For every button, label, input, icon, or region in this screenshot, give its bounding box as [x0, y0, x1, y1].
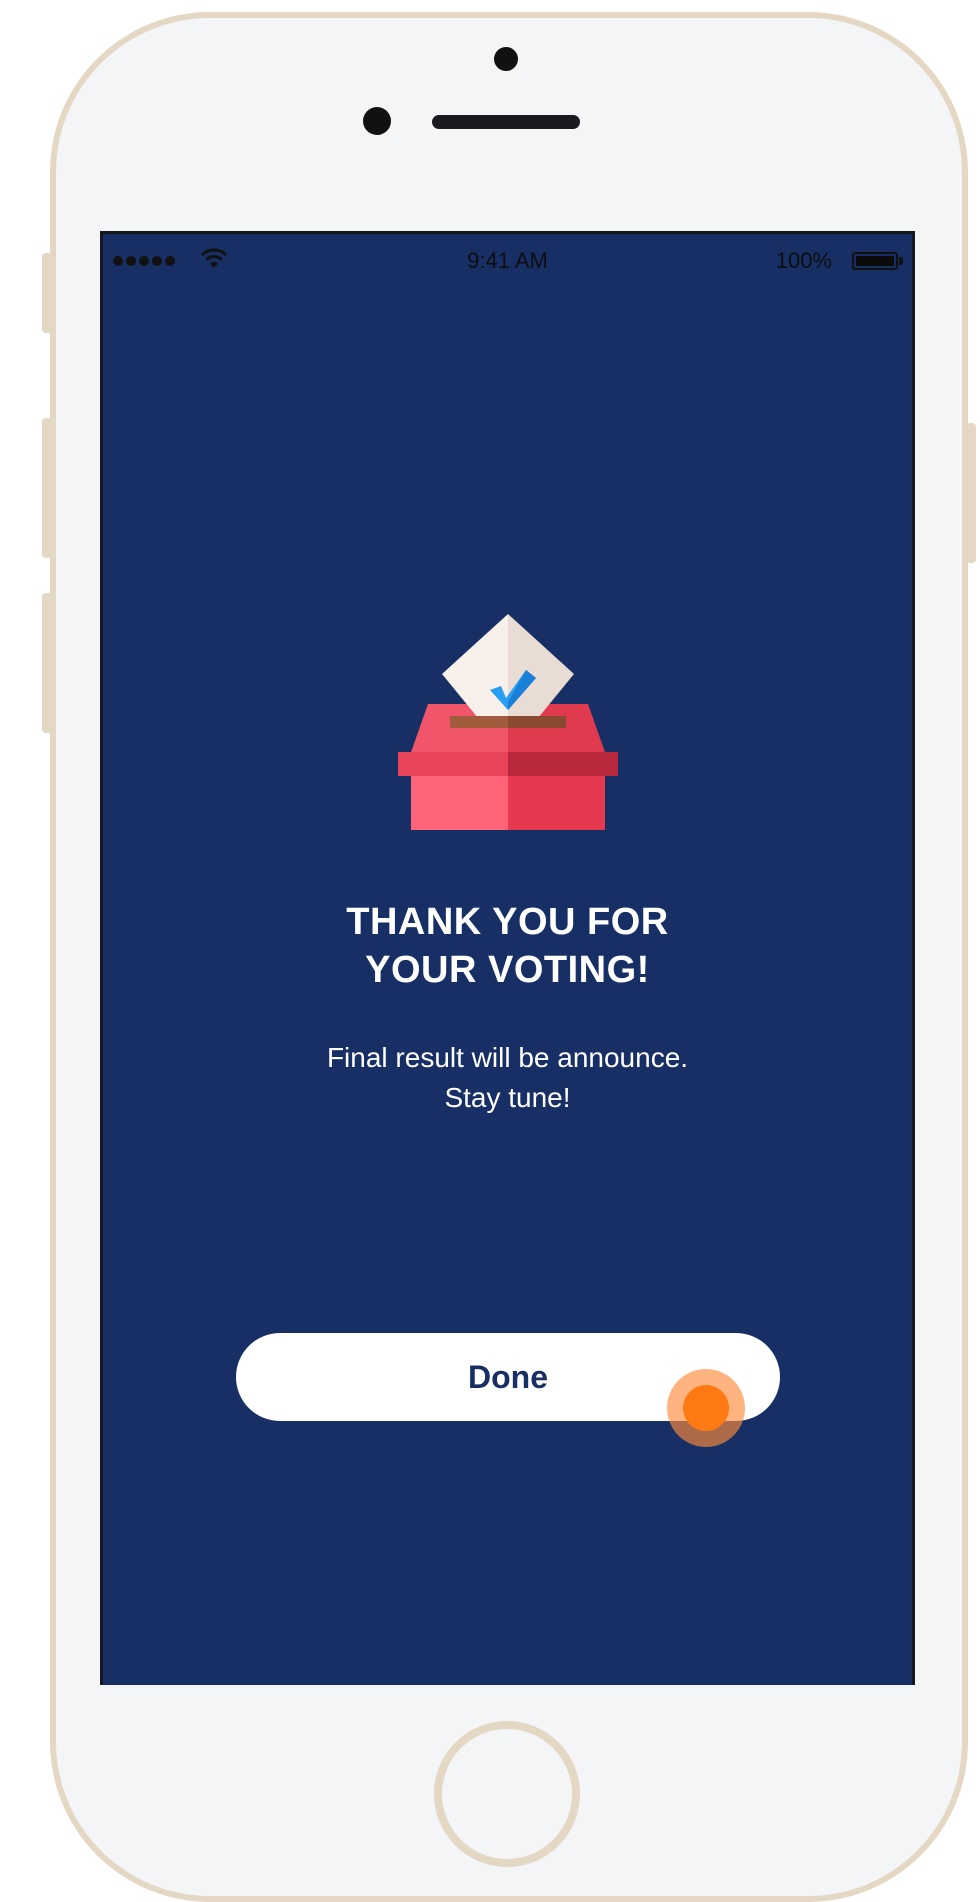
app-screen: 9:41 AM 100% THANK YOU FOR YOUR VOTING! …	[100, 231, 915, 1685]
subtitle-line-2: Stay tune!	[444, 1082, 571, 1113]
status-bar: 9:41 AM 100%	[103, 234, 912, 284]
touch-indicator-dot	[683, 1385, 729, 1431]
proximity-sensor	[363, 107, 391, 135]
power-button	[966, 423, 976, 563]
side-button	[42, 253, 52, 333]
home-button[interactable]	[434, 1721, 580, 1867]
volume-down-button	[42, 593, 52, 733]
battery-tip	[899, 257, 903, 265]
stage: 9:41 AM 100% THANK YOU FOR YOUR VOTING! …	[0, 0, 980, 1902]
battery-percent: 100%	[775, 248, 832, 273]
front-camera	[494, 47, 518, 71]
subtitle-line-1: Final result will be announce.	[326, 1042, 689, 1073]
result-message: Final result will be announce. Stay tune…	[103, 1038, 912, 1118]
ballot-box-icon	[398, 614, 618, 830]
battery-icon	[852, 252, 898, 270]
thank-you-title: THANK YOU FOR YOUR VOTING!	[103, 898, 912, 994]
earpiece-speaker	[432, 115, 580, 129]
title-line-1: THANK YOU FOR	[346, 901, 669, 943]
volume-up-button	[42, 418, 52, 558]
title-line-2: YOUR VOTING!	[365, 949, 650, 991]
